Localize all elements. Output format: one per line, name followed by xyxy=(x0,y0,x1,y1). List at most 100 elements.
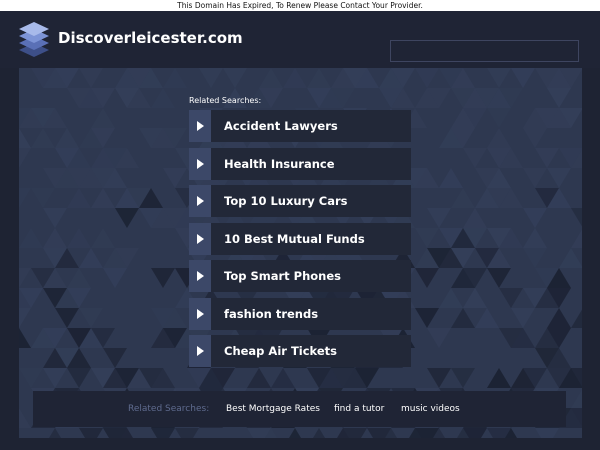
background-triangle xyxy=(427,208,451,228)
background-triangle xyxy=(571,389,582,408)
background-triangle xyxy=(511,308,535,328)
background-triangle xyxy=(19,188,31,208)
background-triangle xyxy=(523,128,547,148)
site-header: Discoverleicester.com xyxy=(0,11,600,68)
background-triangle xyxy=(43,368,67,388)
background-triangle xyxy=(571,208,582,227)
play-arrow-icon xyxy=(197,308,204,319)
background-triangle xyxy=(199,68,223,88)
background-triangle xyxy=(547,88,571,108)
play-arrow-icon xyxy=(197,158,204,169)
related-link-air-tickets[interactable]: Cheap Air Tickets xyxy=(189,335,411,367)
related-link-label: 10 Best Mutual Funds xyxy=(224,231,365,246)
background-triangle xyxy=(31,188,55,208)
background-triangle xyxy=(463,208,487,228)
background-triangle xyxy=(151,428,175,438)
background-triangle xyxy=(43,208,67,228)
background-triangle xyxy=(19,308,31,328)
background-triangle xyxy=(115,208,139,228)
footer-link-find-tutor[interactable]: find a tutor xyxy=(334,391,384,427)
background-triangle xyxy=(523,208,547,228)
background-triangle xyxy=(79,428,103,438)
background-triangle xyxy=(499,288,523,308)
background-triangle xyxy=(463,148,487,168)
play-arrow-icon xyxy=(197,121,204,131)
arrow-box xyxy=(189,222,211,255)
background-triangle xyxy=(487,368,511,388)
background-triangle xyxy=(535,148,559,168)
arrow-box xyxy=(189,185,211,217)
related-link-label: Accident Lawyers xyxy=(224,119,338,133)
background-triangle xyxy=(223,68,247,88)
background-triangle xyxy=(487,128,511,148)
play-arrow-icon xyxy=(197,271,204,281)
background-triangle xyxy=(427,368,451,388)
background-triangle xyxy=(163,68,187,88)
site-name: Discoverleicester.com xyxy=(58,29,243,47)
search-input[interactable] xyxy=(390,40,579,62)
background-triangle xyxy=(415,68,439,88)
arrow-box xyxy=(189,335,211,367)
related-link-label: Top Smart Phones xyxy=(224,269,341,283)
footer-link-mortgage-rates[interactable]: Best Mortgage Rates xyxy=(226,391,320,427)
related-link-luxury-cars[interactable]: Top 10 Luxury Cars xyxy=(189,185,411,217)
background-triangle xyxy=(487,68,511,88)
background-triangle xyxy=(559,248,582,268)
background-triangle xyxy=(427,328,451,348)
related-link-mutual-funds[interactable]: 10 Best Mutual Funds xyxy=(189,222,411,255)
related-link-smart-phones[interactable]: Top Smart Phones xyxy=(189,260,411,292)
background-triangle xyxy=(79,68,103,88)
background-triangle xyxy=(55,128,79,148)
play-arrow-icon xyxy=(197,233,204,244)
background-triangle xyxy=(19,128,31,148)
related-link-fashion-trends[interactable]: fashion trends xyxy=(189,297,411,330)
background-triangle xyxy=(439,168,463,188)
main-panel: Related Searches: Accident Lawyers Healt… xyxy=(19,68,582,438)
background-triangle xyxy=(571,229,582,248)
related-link-accident-lawyers[interactable]: Accident Lawyers xyxy=(189,110,411,142)
background-triangle xyxy=(415,268,439,288)
footer-link-music-videos[interactable]: music videos xyxy=(401,391,460,427)
background-triangle xyxy=(511,68,535,88)
background-triangle xyxy=(19,368,43,388)
related-links-list: Accident Lawyers Health Insurance Top 10… xyxy=(189,110,411,373)
arrow-box xyxy=(189,110,211,142)
background-triangle xyxy=(43,228,67,248)
background-triangle xyxy=(307,68,331,88)
background-triangle xyxy=(535,428,559,438)
background-triangle xyxy=(19,268,31,288)
background-triangle xyxy=(547,168,571,188)
background-triangle xyxy=(415,308,439,328)
background-triangle xyxy=(67,228,91,248)
background-triangle xyxy=(91,108,115,128)
background-triangle xyxy=(91,188,115,208)
background-triangle xyxy=(289,428,301,438)
background-triangle xyxy=(523,168,547,188)
background-triangle xyxy=(31,128,55,148)
related-link-health-insurance[interactable]: Health Insurance xyxy=(189,147,411,180)
background-triangle xyxy=(463,288,487,308)
background-triangle xyxy=(67,268,91,288)
stacked-layers-icon xyxy=(19,22,49,57)
expired-notice: This Domain Has Expired, To Renew Please… xyxy=(0,0,600,11)
background-triangle xyxy=(283,68,307,88)
play-arrow-icon xyxy=(197,196,204,206)
background-triangle xyxy=(487,108,511,128)
background-triangle xyxy=(79,308,103,328)
background-triangle xyxy=(151,268,175,288)
background-triangle xyxy=(79,248,103,268)
background-triangle xyxy=(19,148,31,168)
background-triangle xyxy=(547,308,571,328)
play-arrow-icon xyxy=(197,346,204,356)
background-triangle xyxy=(163,168,187,188)
background-triangle xyxy=(259,68,283,88)
footer-related-label: Related Searches: xyxy=(128,404,210,414)
background-triangle xyxy=(475,308,499,328)
arrow-box xyxy=(189,297,211,330)
background-triangle xyxy=(103,348,127,368)
background-triangle xyxy=(103,268,127,288)
background-triangle xyxy=(571,309,582,328)
background-triangle xyxy=(67,368,91,388)
background-triangle xyxy=(175,428,199,438)
related-link-label: Cheap Air Tickets xyxy=(224,344,338,358)
